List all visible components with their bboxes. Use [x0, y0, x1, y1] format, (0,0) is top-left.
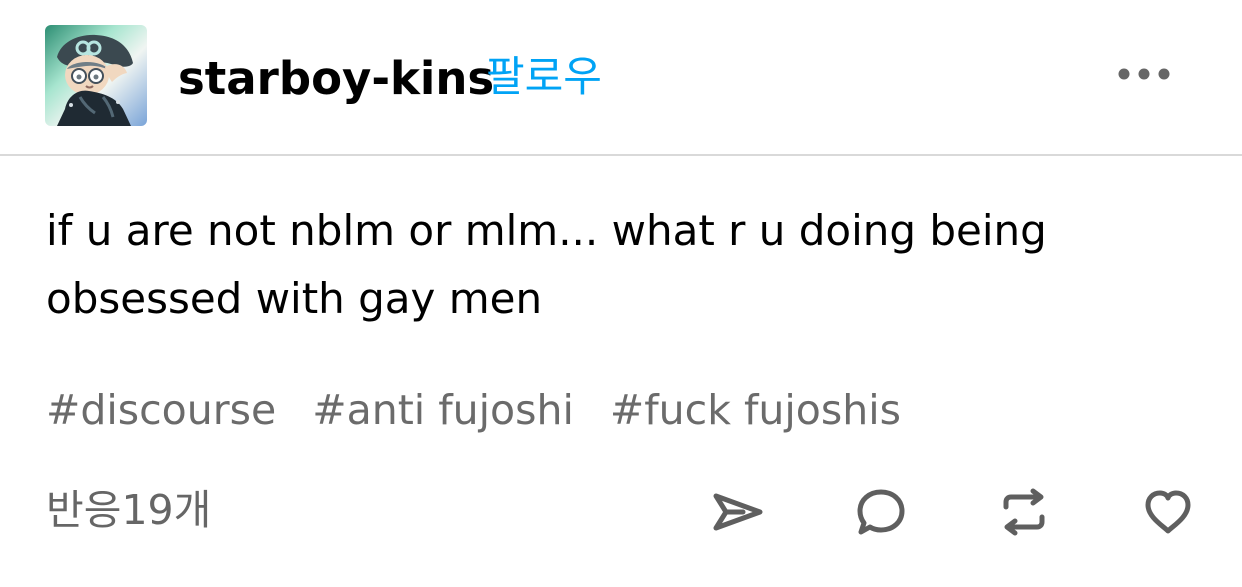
- username-link[interactable]: starboy-kins: [178, 50, 494, 108]
- reblog-button[interactable]: [996, 484, 1052, 540]
- post-header: starboy-kins 팔로우: [0, 0, 1242, 156]
- heart-icon: [1145, 490, 1191, 534]
- avatar[interactable]: [45, 25, 147, 126]
- notes-count[interactable]: 반응19개: [46, 482, 211, 538]
- share-button[interactable]: [710, 484, 766, 540]
- header-divider: [0, 154, 1242, 156]
- reblog-icon: [1003, 488, 1045, 536]
- like-button[interactable]: [1140, 484, 1196, 540]
- tag-anti-fujoshi[interactable]: #anti fujoshi: [312, 382, 574, 438]
- post-body-line-2: obsessed with gay men: [46, 274, 543, 323]
- more-dots-icon[interactable]: [1112, 60, 1176, 88]
- follow-button[interactable]: 팔로우: [486, 48, 602, 106]
- reply-button[interactable]: [853, 484, 909, 540]
- reply-icon: [857, 489, 905, 535]
- tag-discourse[interactable]: #discourse: [46, 382, 276, 438]
- post-body: if u are not nblm or mlm... what r u doi…: [46, 197, 1196, 333]
- post-body-line-1: if u are not nblm or mlm... what r u doi…: [46, 206, 1047, 255]
- post-tags: #discourse #anti fujoshi #fuck fujoshis: [46, 382, 1196, 438]
- avatar-image: [45, 25, 147, 126]
- share-icon: [713, 493, 763, 531]
- tag-fuck-fujoshis[interactable]: #fuck fujoshis: [610, 382, 901, 438]
